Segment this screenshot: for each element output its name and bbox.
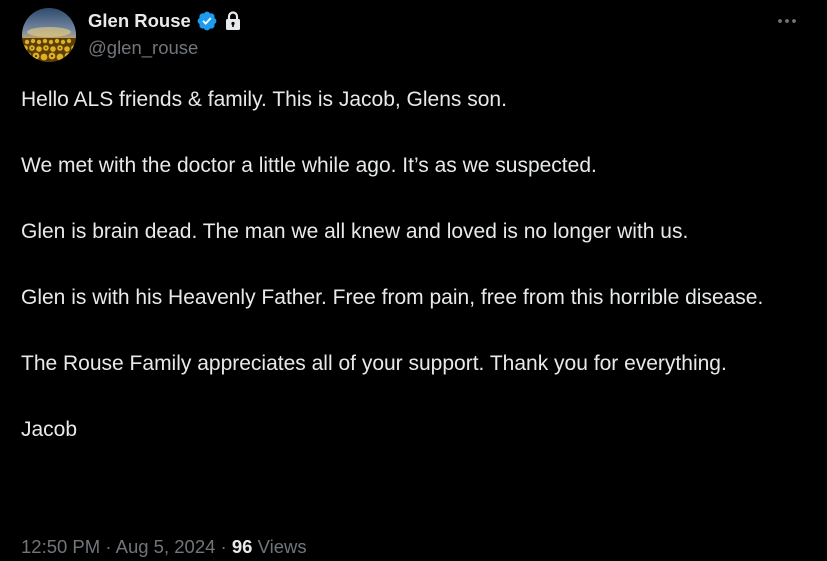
views-label: Views (257, 536, 307, 557)
tweet-text: Hello ALS friends & family. This is Jaco… (21, 84, 811, 446)
verified-badge-icon[interactable] (196, 10, 218, 32)
tweet-paragraph: Jacob (21, 418, 78, 441)
lock-icon (224, 11, 242, 31)
avatar[interactable] (22, 8, 76, 62)
author-handle[interactable]: @glen_rouse (88, 37, 198, 59)
meta-separator: · (220, 536, 227, 557)
author-name-row: Glen Rouse (88, 9, 242, 33)
tweet: Glen Rouse @glen_rouse Hello ALS friends… (0, 0, 827, 558)
tweet-paragraph: Glen is with his Heavenly Father. Free f… (21, 286, 764, 309)
tweet-paragraph: The Rouse Family appreciates all of your… (21, 352, 727, 375)
tweet-paragraph: Hello ALS friends & family. This is Jaco… (21, 88, 507, 111)
more-options-button[interactable] (772, 6, 802, 36)
tweet-paragraph: We met with the doctor a little while ag… (21, 154, 597, 177)
tweet-time-link[interactable]: 12:50 PM · Aug 5, 2024 (21, 536, 215, 557)
author-display-name[interactable]: Glen Rouse (88, 10, 191, 32)
tweet-views-link[interactable]: 96 Views (232, 536, 307, 557)
tweet-date: Aug 5, 2024 (115, 536, 216, 557)
avatar-image (22, 8, 76, 62)
meta-separator: · (105, 536, 112, 557)
tweet-meta: 12:50 PM · Aug 5, 2024 · 96 Views (21, 533, 307, 561)
views-count: 96 (231, 536, 253, 557)
more-horizontal-icon (778, 19, 796, 23)
tweet-paragraph: Glen is brain dead. The man we all knew … (21, 220, 689, 243)
tweet-time: 12:50 PM (21, 536, 101, 557)
